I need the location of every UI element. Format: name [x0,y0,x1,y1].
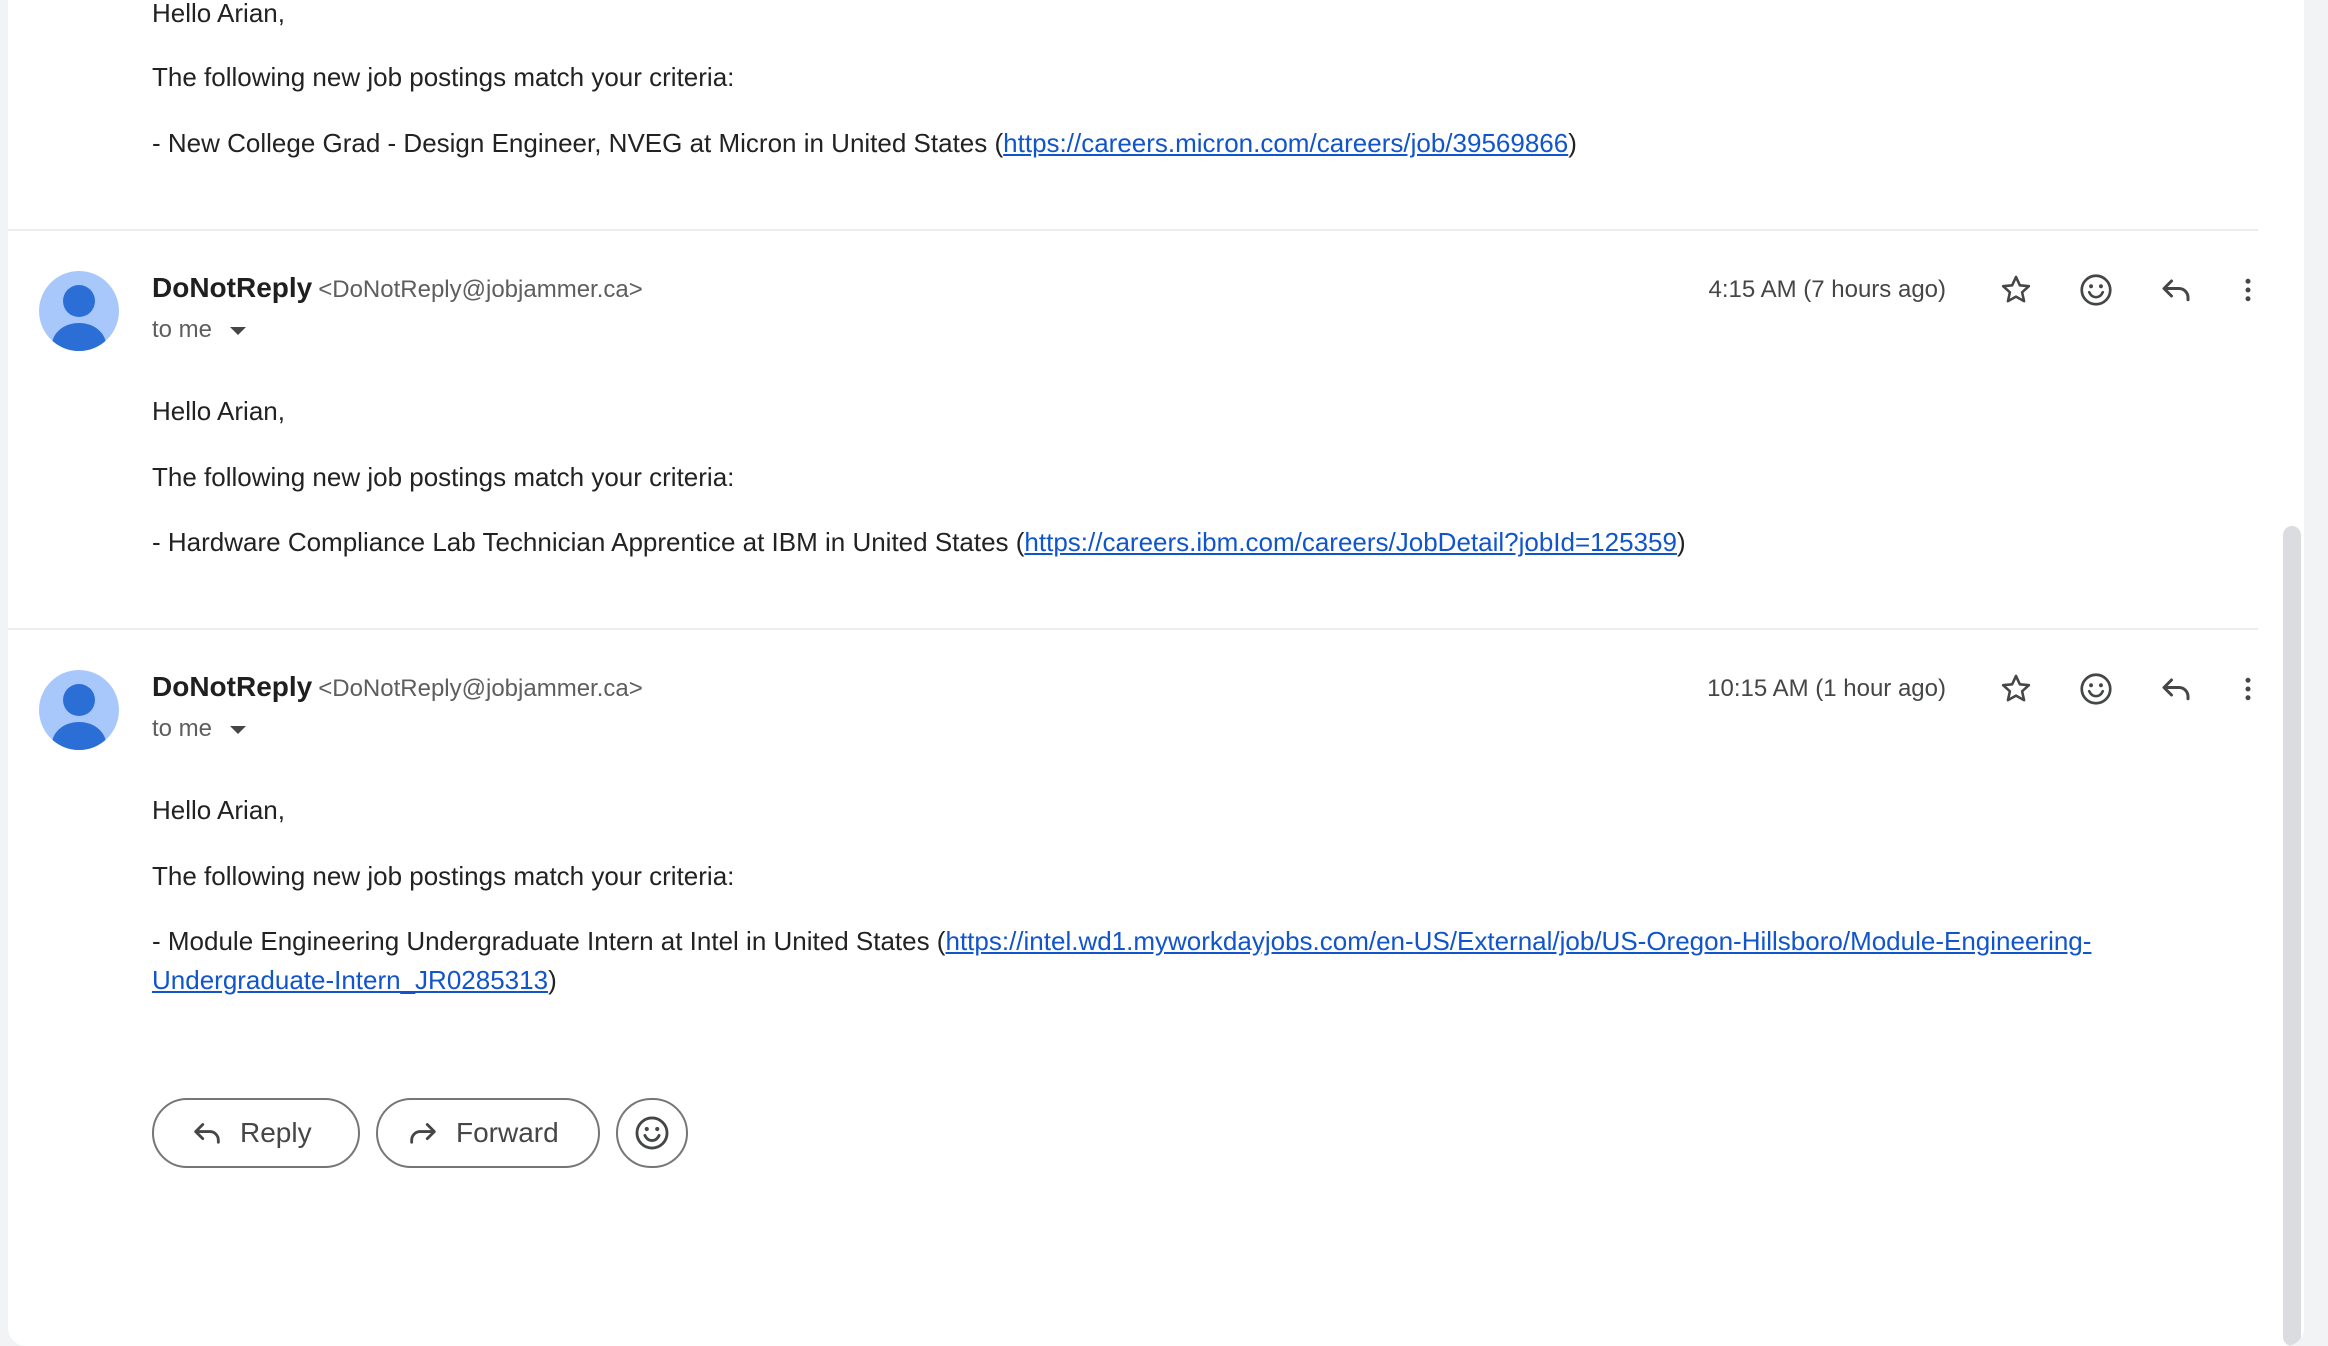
scrollbar-thumb[interactable] [2283,526,2301,1346]
avatar[interactable] [39,670,119,750]
star-icon [2001,674,2031,702]
forward-label: Forward [456,1117,559,1148]
more-options-button[interactable] [2220,661,2276,717]
email-thread-pane: Hello Arian, The following new job posti… [8,0,2304,1346]
recipient-dropdown[interactable]: to me [152,316,247,344]
more-vert-icon [2245,278,2251,302]
sender-email: <DoNotReply@jobjammer.ca> [318,675,643,702]
emoji-reaction-button[interactable] [2068,262,2124,318]
emoji-react-button[interactable] [616,1098,688,1168]
greeting-text: Hello Arian, [152,396,285,426]
emoji-icon [2080,274,2112,306]
emoji-icon [635,1116,669,1150]
star-button[interactable] [1988,661,2044,717]
reply-icon [194,1123,220,1144]
posting-line: - Hardware Compliance Lab Technician App… [152,527,1686,557]
message: DoNotReply <DoNotReply@jobjammer.ca> to m… [8,630,2258,1346]
emoji-reaction-button[interactable] [2068,661,2124,717]
posting-line-continued: Undergraduate-Intern_JR0285313) [152,965,557,995]
sender-name: DoNotReply [152,671,313,702]
job-link[interactable]: https://intel.wd1.myworkdayjobs.com/en-U… [945,926,2091,956]
recipient-dropdown[interactable]: to me [152,715,247,743]
job-link[interactable]: https://careers.micron.com/careers/job/3… [1003,128,1568,158]
star-icon [2001,275,2031,303]
message-time: 10:15 AM (1 hour ago) [1707,675,1946,702]
reply-button[interactable] [2148,262,2204,318]
chevron-down-icon [230,726,247,734]
message: DoNotReply <DoNotReply@jobjammer.ca> to m… [8,230,2258,628]
reply-icon [2162,279,2190,302]
posting-line: - New College Grad - Design Engineer, NV… [152,128,1577,158]
forward-icon [410,1123,436,1144]
reply-action-button[interactable]: Reply [152,1098,360,1168]
more-vert-icon [2245,677,2251,701]
reply-button[interactable] [2148,661,2204,717]
recipient-label: to me [152,715,213,742]
star-button[interactable] [1988,262,2044,318]
job-link[interactable]: Undergraduate-Intern_JR0285313 [152,965,548,995]
sender-email: <DoNotReply@jobjammer.ca> [318,276,643,303]
intro-text: The following new job postings match you… [152,861,735,891]
recipient-label: to me [152,316,213,343]
emoji-icon [2080,673,2112,705]
avatar[interactable] [39,271,119,351]
more-options-button[interactable] [2220,262,2276,318]
greeting-text: Hello Arian, [152,0,285,28]
sender[interactable]: DoNotReply <DoNotReply@jobjammer.ca> [152,671,643,703]
intro-text: The following new job postings match you… [152,62,735,92]
message-body-partial: Hello Arian, The following new job posti… [8,0,2258,230]
message-time: 4:15 AM (7 hours ago) [1708,276,1946,303]
reply-icon [2162,678,2190,701]
sender-name: DoNotReply [152,272,313,303]
greeting-text: Hello Arian, [152,795,285,825]
posting-line: - Module Engineering Undergraduate Inter… [152,926,2092,956]
intro-text: The following new job postings match you… [152,462,735,492]
reply-label: Reply [240,1117,312,1148]
forward-action-button[interactable]: Forward [376,1098,600,1168]
job-link[interactable]: https://careers.ibm.com/careers/JobDetai… [1024,527,1677,557]
vertical-scrollbar[interactable] [2282,0,2304,1346]
sender[interactable]: DoNotReply <DoNotReply@jobjammer.ca> [152,272,643,304]
chevron-down-icon [230,327,247,335]
